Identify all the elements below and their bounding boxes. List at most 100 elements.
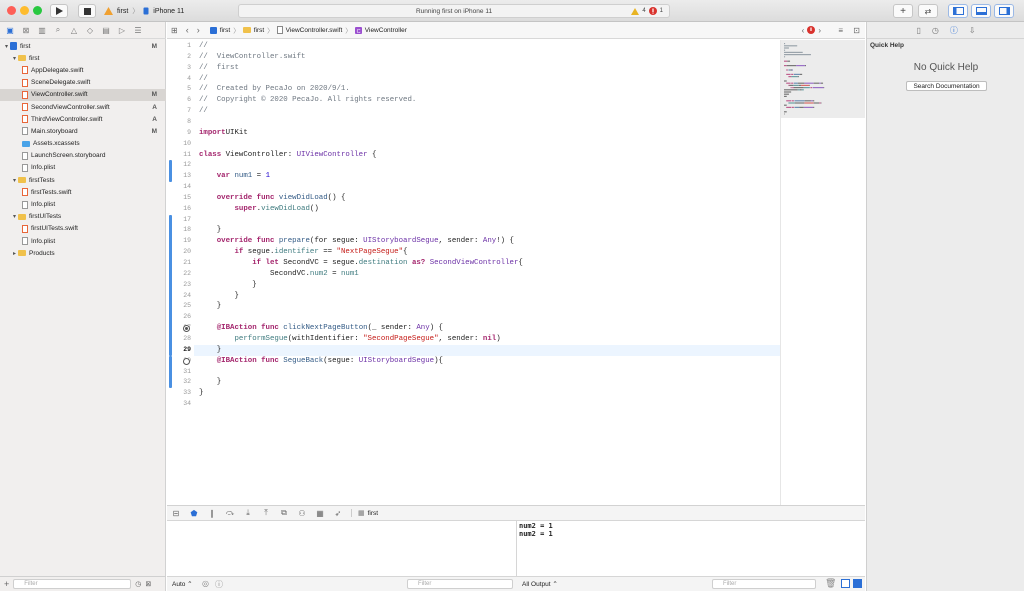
warning-icon[interactable] bbox=[631, 7, 640, 15]
minimize-window-button[interactable] bbox=[20, 6, 29, 15]
navigator-item[interactable]: ▾ first bbox=[0, 52, 166, 64]
add-file-icon[interactable]: + bbox=[4, 579, 9, 589]
disclosure-open-icon[interactable]: ▾ bbox=[11, 177, 18, 184]
line-number-gutter[interactable]: 1 2 3 4 5 6 7 8 9 10 11 12 13 14 15 16 17 18 19 20 21 22 23 24 2… bbox=[167, 40, 194, 505]
code-review-button[interactable]: ⇄ bbox=[918, 4, 938, 18]
step-over-icon[interactable]: ⤼ bbox=[225, 508, 235, 518]
console-output[interactable]: num2 = 1 num2 = 1 bbox=[516, 521, 865, 576]
breadcrumb-symbol[interactable]: ViewController bbox=[365, 27, 407, 34]
console-filter-field[interactable]: Filter bbox=[712, 579, 816, 589]
inspector-panel: ▯ ◷ ⓘ ⇩ Quick Help No Quick Help Search … bbox=[866, 22, 1024, 591]
navigator-item[interactable]: firstTests.swift bbox=[0, 186, 166, 198]
search-documentation-button[interactable]: Search Documentation bbox=[906, 81, 987, 91]
debug-target[interactable]: ▦ first bbox=[351, 509, 378, 517]
split-editor-icon[interactable]: ⊡ bbox=[853, 26, 860, 35]
breakpoint-icon[interactable]: ▷ bbox=[117, 25, 127, 35]
quick-help-icon[interactable]: ⓘ bbox=[950, 25, 958, 36]
folder-icon[interactable]: ▣ bbox=[5, 25, 15, 35]
breadcrumb-file[interactable]: ViewController.swift bbox=[286, 27, 343, 34]
source-change-bar[interactable] bbox=[169, 214, 172, 356]
output-scope-select[interactable]: All Output ⌃ bbox=[522, 580, 558, 588]
navigator-item[interactable]: Info.plist bbox=[0, 162, 166, 174]
source-editor[interactable]: 1 2 3 4 5 6 7 8 9 10 11 12 13 14 15 16 17 18 19 20 21 22 23 24 2… bbox=[167, 40, 780, 505]
navigator-item[interactable]: ▾ firstUITests bbox=[0, 211, 166, 223]
attributes-inspector-icon[interactable]: ⇩ bbox=[969, 26, 976, 35]
issue-error-icon[interactable] bbox=[807, 26, 816, 34]
test-icon[interactable]: ◇ bbox=[85, 25, 95, 35]
navigator-item[interactable]: ▾ first M bbox=[0, 40, 166, 52]
navigator-item[interactable]: AppDelegate.swift bbox=[0, 64, 166, 76]
report-icon[interactable]: ☰ bbox=[133, 25, 143, 35]
code-line: @IBAction func SegueBack(segue: UIStoryb… bbox=[216, 356, 443, 365]
navigator-item[interactable]: Info.plist bbox=[0, 235, 166, 247]
unconnected-outlet-icon[interactable] bbox=[183, 357, 190, 365]
breakpoints-toggle-icon[interactable]: ⬟ bbox=[189, 509, 199, 518]
scheme-selector[interactable]: first 〉 iPhone 11 bbox=[104, 5, 184, 17]
navigator-item-label: SecondViewController.swift bbox=[31, 103, 110, 111]
disclosure-open-icon[interactable]: ▾ bbox=[11, 55, 18, 62]
plist-icon bbox=[22, 237, 28, 246]
disclosure-open-icon[interactable]: ▾ bbox=[3, 43, 10, 50]
close-window-button[interactable] bbox=[7, 6, 16, 15]
eye-icon[interactable]: ◎ bbox=[202, 579, 209, 588]
navigator-item[interactable]: ThirdViewController.swift A bbox=[0, 113, 166, 125]
debug-icon[interactable]: ▤ bbox=[101, 25, 111, 35]
disclosure-closed-icon[interactable]: ▸ bbox=[11, 250, 18, 257]
breadcrumb-group[interactable]: first bbox=[254, 27, 264, 34]
navigator-filter-field[interactable]: Filter bbox=[13, 579, 132, 589]
show-console-icon[interactable] bbox=[853, 579, 862, 588]
variables-view[interactable] bbox=[167, 521, 515, 576]
navigator-item[interactable]: Assets.xcassets bbox=[0, 138, 166, 150]
navigator-item[interactable]: ▸ Products bbox=[0, 247, 166, 259]
navigator-item[interactable]: firstUITests.swift bbox=[0, 223, 166, 235]
simulate-location-icon[interactable]: ➶ bbox=[333, 509, 343, 518]
minimap[interactable] bbox=[780, 40, 865, 505]
recent-files-icon[interactable]: ◷ bbox=[135, 580, 141, 588]
navigator-item[interactable]: ViewController.swift M bbox=[0, 88, 166, 101]
info-icon[interactable]: ⓘ bbox=[215, 579, 223, 590]
navigator-item[interactable]: SecondViewController.swift A bbox=[0, 101, 166, 113]
variables-scope-select[interactable]: Auto ⌃ bbox=[172, 580, 193, 588]
line-number: 28 bbox=[183, 334, 191, 342]
source-change-bar[interactable] bbox=[169, 355, 172, 389]
scm-status-icon[interactable]: ⊠ bbox=[145, 580, 151, 588]
stop-button[interactable] bbox=[78, 4, 96, 18]
symbol-icon[interactable]: ▥ bbox=[37, 25, 47, 35]
source-control-icon[interactable]: ⊠ bbox=[21, 25, 31, 35]
navigator-item[interactable]: Info.plist bbox=[0, 198, 166, 210]
disclosure-open-icon[interactable]: ▾ bbox=[11, 213, 18, 220]
navigator-item[interactable]: Main.storyboard M bbox=[0, 125, 166, 137]
step-into-icon[interactable]: ⤓ bbox=[243, 508, 253, 518]
toggle-navigator-button[interactable] bbox=[948, 4, 968, 18]
hide-debug-icon[interactable]: ⊟ bbox=[171, 509, 181, 518]
forward-button[interactable]: › bbox=[197, 25, 200, 35]
previous-issue-icon[interactable]: ‹ bbox=[802, 26, 805, 35]
pause-icon[interactable]: ∥ bbox=[207, 509, 217, 518]
trash-icon[interactable]: 🗑︎ bbox=[825, 578, 836, 589]
navigator-item[interactable]: SceneDelegate.swift bbox=[0, 77, 166, 89]
toggle-debug-area-button[interactable] bbox=[971, 4, 991, 18]
find-icon[interactable]: ⌕ bbox=[53, 25, 63, 35]
next-issue-icon[interactable]: › bbox=[818, 26, 821, 35]
environment-overrides-icon[interactable]: ▦ bbox=[315, 509, 325, 518]
navigator-item[interactable]: ▾ firstTests bbox=[0, 174, 166, 186]
file-inspector-icon[interactable]: ▯ bbox=[916, 26, 920, 35]
step-out-icon[interactable]: ⤒ bbox=[261, 508, 271, 518]
error-icon[interactable] bbox=[648, 7, 657, 15]
navigator-item[interactable]: LaunchScreen.storyboard bbox=[0, 150, 166, 162]
issue-icon[interactable]: △ bbox=[69, 25, 79, 35]
library-button[interactable]: + bbox=[893, 4, 913, 18]
back-button[interactable]: ‹ bbox=[186, 25, 189, 35]
toggle-inspector-button[interactable] bbox=[994, 4, 1014, 18]
history-inspector-icon[interactable]: ◷ bbox=[932, 26, 939, 35]
view-debugger-icon[interactable]: ⧉ bbox=[279, 508, 289, 518]
memory-graph-icon[interactable]: ⚇ bbox=[297, 509, 307, 518]
zoom-window-button[interactable] bbox=[33, 6, 42, 15]
variables-filter-field[interactable]: Filter bbox=[407, 579, 513, 589]
source-change-bar[interactable] bbox=[169, 160, 172, 183]
run-button[interactable] bbox=[50, 4, 68, 18]
editor-options-icon[interactable]: ≡ bbox=[838, 26, 843, 35]
related-items-icon[interactable]: ⊞ bbox=[171, 26, 178, 35]
breadcrumb-project[interactable]: first bbox=[220, 27, 230, 34]
show-variables-icon[interactable] bbox=[841, 579, 850, 588]
